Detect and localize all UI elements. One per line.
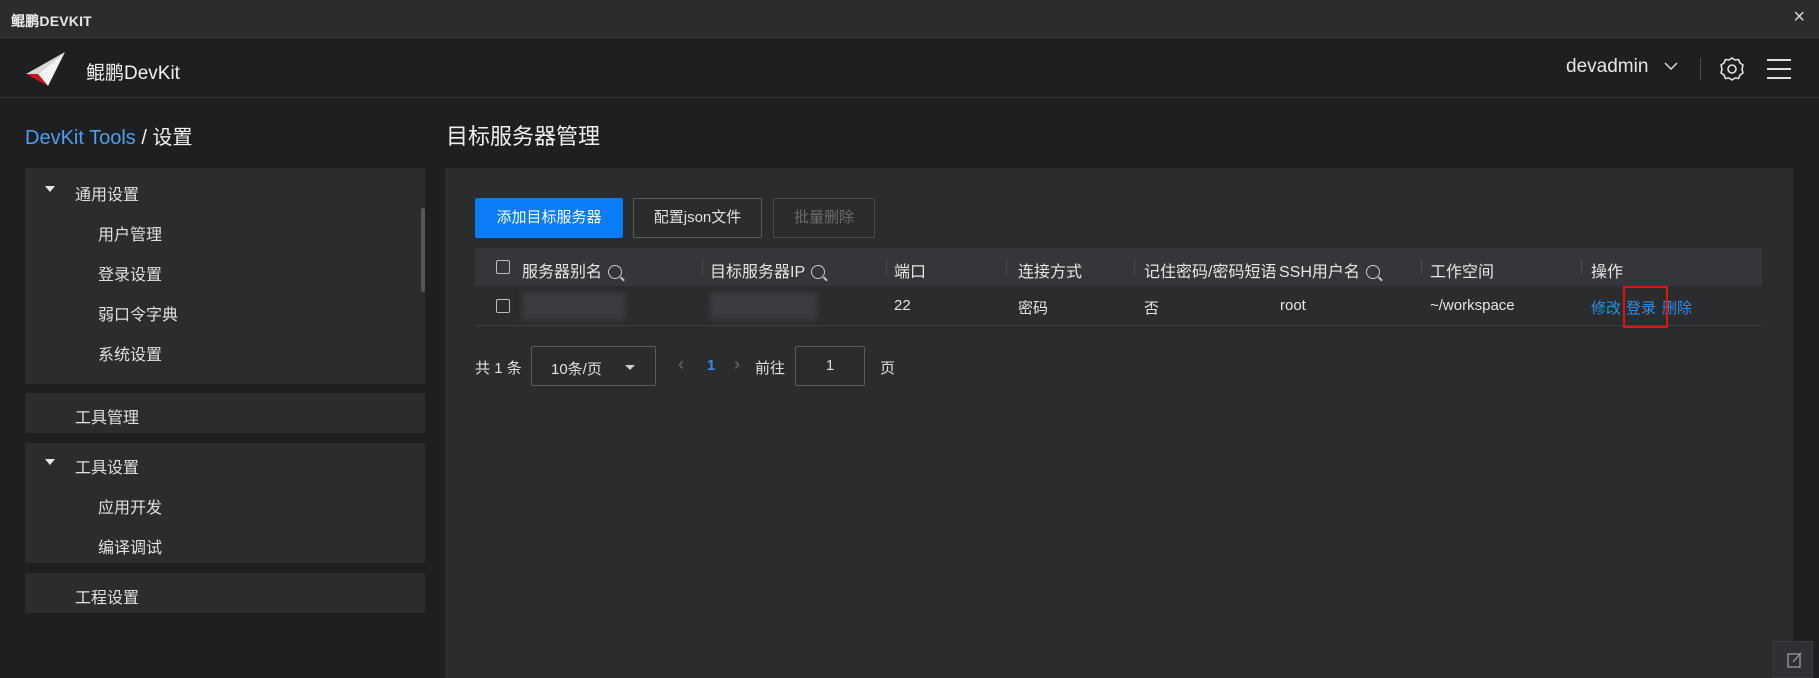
sidebar-header-tool-settings[interactable]: 工具设置 <box>25 443 425 483</box>
sidebar-item-label: 弱口令字典 <box>98 307 179 324</box>
column-divider <box>1134 259 1135 275</box>
sidebar-item-project-settings[interactable]: 工程设置 <box>25 573 425 613</box>
workspace-cell: ~/workspace <box>1430 297 1515 314</box>
sidebar-item-label: 编译调试 <box>98 540 163 557</box>
brand-name: 鲲鹏DevKit <box>86 63 180 84</box>
column-divider <box>1006 259 1007 275</box>
window-titlebar: 鲲鹏DEVKIT × <box>0 0 1819 38</box>
sidebar-item-user-management[interactable]: 用户管理 <box>25 210 425 250</box>
remember-cell: 否 <box>1144 300 1160 317</box>
sidebar-group-tool-settings: 工具设置 应用开发 编译调试 <box>25 443 425 563</box>
sidebar-item-compile-debug[interactable]: 编译调试 <box>25 523 425 563</box>
config-json-button[interactable]: 配置json文件 <box>633 198 762 238</box>
breadcrumb-separator: / <box>141 127 147 149</box>
ip-cell-redacted <box>710 292 817 320</box>
sidebar-item-tool-management[interactable]: 工具管理 <box>25 393 425 433</box>
sidebar-item-app-dev[interactable]: 应用开发 <box>25 483 425 523</box>
sidebar-item-weak-password[interactable]: 弱口令字典 <box>25 290 425 330</box>
sidebar-item-label: 系统设置 <box>98 347 163 364</box>
pagination-total: 共 1 条 <box>475 360 522 377</box>
close-icon[interactable]: × <box>1793 6 1805 29</box>
column-divider <box>886 259 887 275</box>
page-size-select[interactable]: 10条/页 <box>531 346 656 386</box>
column-divider <box>1421 259 1422 275</box>
port-cell: 22 <box>894 297 911 314</box>
sidebar-item-login-settings[interactable]: 登录设置 <box>25 250 425 290</box>
column-header-connection: 连接方式 <box>1018 264 1083 281</box>
username: devadmin <box>1566 56 1649 77</box>
column-header-remember: 记住密码/密码短语 <box>1144 264 1277 281</box>
breadcrumb-link[interactable]: DevKit Tools <box>25 127 136 149</box>
caret-down-icon <box>45 459 55 465</box>
breadcrumb: DevKit Tools / 设置 <box>25 121 192 150</box>
column-header-alias: 服务器别名 <box>522 258 623 282</box>
select-all-checkbox[interactable] <box>496 260 510 274</box>
main-panel: 添加目标服务器 配置json文件 批量删除 服务器别名 目标服务器IP 端口 连… <box>445 168 1793 678</box>
sidebar-item-label: 用户管理 <box>98 227 163 244</box>
edit-link[interactable]: 修改 <box>1591 297 1621 318</box>
column-header-actions: 操作 <box>1591 264 1624 281</box>
table-header: 服务器别名 目标服务器IP 端口 连接方式 记住密码/密码短语 SSH用户名 工… <box>475 248 1762 286</box>
column-header-port: 端口 <box>894 264 927 281</box>
connection-cell: 密码 <box>1018 300 1049 317</box>
user-menu[interactable]: devadmin <box>1566 56 1678 78</box>
sidebar-header-general[interactable]: 通用设置 <box>25 170 425 210</box>
column-divider <box>702 259 703 275</box>
goto-page-input[interactable]: 1 <box>795 346 865 386</box>
search-icon[interactable] <box>1365 265 1380 279</box>
hamburger-menu-icon[interactable] <box>1767 58 1791 80</box>
table-row: 22 密码 否 root ~/workspace 修改 登录 删除 <box>475 286 1762 326</box>
page-title: 目标服务器管理 <box>446 124 601 149</box>
batch-delete-button: 批量删除 <box>773 198 875 238</box>
sidebar-item-label: 登录设置 <box>98 267 163 284</box>
sidebar-group-general: 通用设置 用户管理 登录设置 弱口令字典 系统设置 <box>25 168 425 384</box>
sidebar-group-project-settings[interactable]: 工程设置 <box>25 573 425 613</box>
sidebar-item-label: 应用开发 <box>98 500 163 517</box>
edit-icon <box>1787 652 1802 668</box>
row-checkbox[interactable] <box>496 299 510 313</box>
login-highlight-box <box>1623 286 1668 328</box>
sidebar-item-system-settings[interactable]: 系统设置 <box>25 330 425 370</box>
gear-icon[interactable] <box>1719 56 1745 82</box>
caret-down-icon <box>45 186 55 192</box>
caret-down-icon <box>625 365 635 370</box>
header-divider <box>1700 58 1701 80</box>
sidebar-header-label: 工具设置 <box>75 460 140 477</box>
page-number-current[interactable]: 1 <box>707 357 715 374</box>
goto-label: 前往 <box>755 360 786 377</box>
prev-page-icon[interactable]: ‹ <box>678 354 684 375</box>
breadcrumb-current: 设置 <box>152 127 193 149</box>
goto-suffix: 页 <box>880 360 896 377</box>
sidebar-header-label: 通用设置 <box>75 187 140 204</box>
window-title: 鲲鹏DEVKIT <box>11 13 92 29</box>
logo-icon <box>26 52 65 86</box>
sidebar-group-tool-management[interactable]: 工具管理 <box>25 393 425 433</box>
add-server-button[interactable]: 添加目标服务器 <box>475 198 623 238</box>
app-header: 鲲鹏DevKit devadmin <box>0 38 1819 98</box>
search-icon[interactable] <box>811 265 826 279</box>
column-header-workspace: 工作空间 <box>1430 264 1495 281</box>
column-header-ip: 目标服务器IP <box>710 258 826 282</box>
sidebar-item-label: 工程设置 <box>75 590 140 607</box>
sidebar-scrollbar[interactable] <box>421 208 425 292</box>
next-page-icon[interactable]: › <box>734 354 740 375</box>
feedback-edit-button[interactable] <box>1773 641 1813 678</box>
alias-cell-redacted <box>522 292 625 320</box>
column-divider <box>1581 259 1582 275</box>
page-size-value: 10条/页 <box>551 361 602 378</box>
sidebar-item-label: 工具管理 <box>75 410 140 427</box>
column-header-ssh-user: SSH用户名 <box>1279 258 1380 282</box>
chevron-down-icon <box>1664 62 1678 70</box>
ssh-user-cell: root <box>1280 297 1306 314</box>
search-icon[interactable] <box>608 265 623 279</box>
